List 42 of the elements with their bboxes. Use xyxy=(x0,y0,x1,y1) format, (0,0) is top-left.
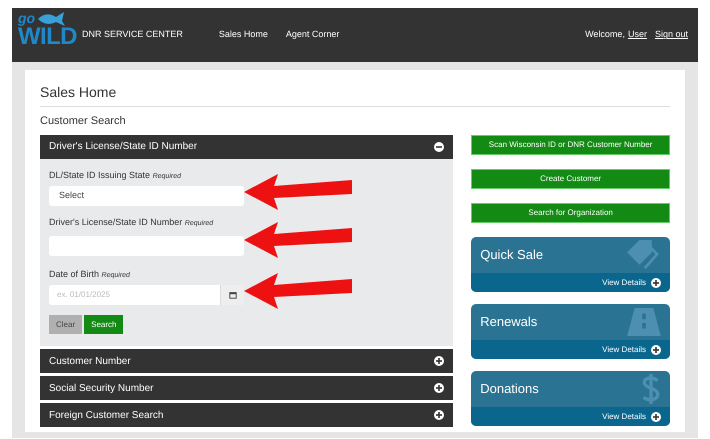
collapse-icon[interactable] xyxy=(434,142,444,152)
tile-card[interactable]: Quick Sale View Details xyxy=(471,237,670,292)
tile-title: Renewals xyxy=(480,313,538,332)
tile-title: Quick Sale xyxy=(480,246,544,264)
accordion-header[interactable]: Foreign Customer Search xyxy=(40,403,454,427)
section-title: Customer Search xyxy=(40,114,127,129)
accordion-header[interactable]: Driver's License/State ID Number xyxy=(40,134,454,158)
go-wild-logo: go WILD xyxy=(18,11,74,52)
view-details-link[interactable]: View Details xyxy=(602,276,646,288)
accordion-header[interactable]: Customer Number xyxy=(40,349,454,373)
view-details-link[interactable]: View Details xyxy=(602,410,646,422)
expand-icon[interactable] xyxy=(434,356,444,366)
tile-title: Donations xyxy=(480,380,539,398)
expand-icon[interactable] xyxy=(434,410,444,420)
nav-link[interactable]: Sales Home xyxy=(218,28,268,42)
date-field[interactable]: ex. 01/01/2025 xyxy=(49,285,220,305)
accordion-header[interactable]: Social Security Number xyxy=(40,376,454,400)
tile-card[interactable]: Renewals View Details xyxy=(471,304,670,359)
calendar-icon xyxy=(228,291,236,299)
user-link[interactable]: User xyxy=(628,28,647,42)
action-button[interactable]: Scan Wisconsin ID or DNR Customer Number xyxy=(471,135,670,155)
welcome-text: Welcome, xyxy=(585,28,625,42)
road-icon xyxy=(627,308,661,336)
expand-icon[interactable] xyxy=(434,383,444,393)
expand-icon[interactable] xyxy=(651,412,661,422)
tag-icon xyxy=(625,240,661,270)
input-field[interactable] xyxy=(49,236,244,256)
action-button[interactable]: Search for Organization xyxy=(471,203,670,223)
site-title: DNR SERVICE CENTER xyxy=(82,28,183,42)
clear-button[interactable]: Clear xyxy=(49,315,82,334)
expand-icon[interactable] xyxy=(651,344,661,354)
state-select[interactable]: Select xyxy=(49,186,244,206)
nav-link[interactable]: Agent Corner xyxy=(286,28,340,42)
calendar-button[interactable] xyxy=(220,285,244,305)
tile-card[interactable]: Donations View Details xyxy=(471,371,670,426)
view-details-link[interactable]: View Details xyxy=(602,344,646,356)
action-button[interactable]: Create Customer xyxy=(471,169,670,189)
search-button[interactable]: Search xyxy=(84,315,124,334)
expand-icon[interactable] xyxy=(651,278,661,288)
page-title: Sales Home xyxy=(40,82,670,107)
sign-out-link[interactable]: Sign out xyxy=(654,28,688,42)
dollar-icon xyxy=(641,373,661,405)
